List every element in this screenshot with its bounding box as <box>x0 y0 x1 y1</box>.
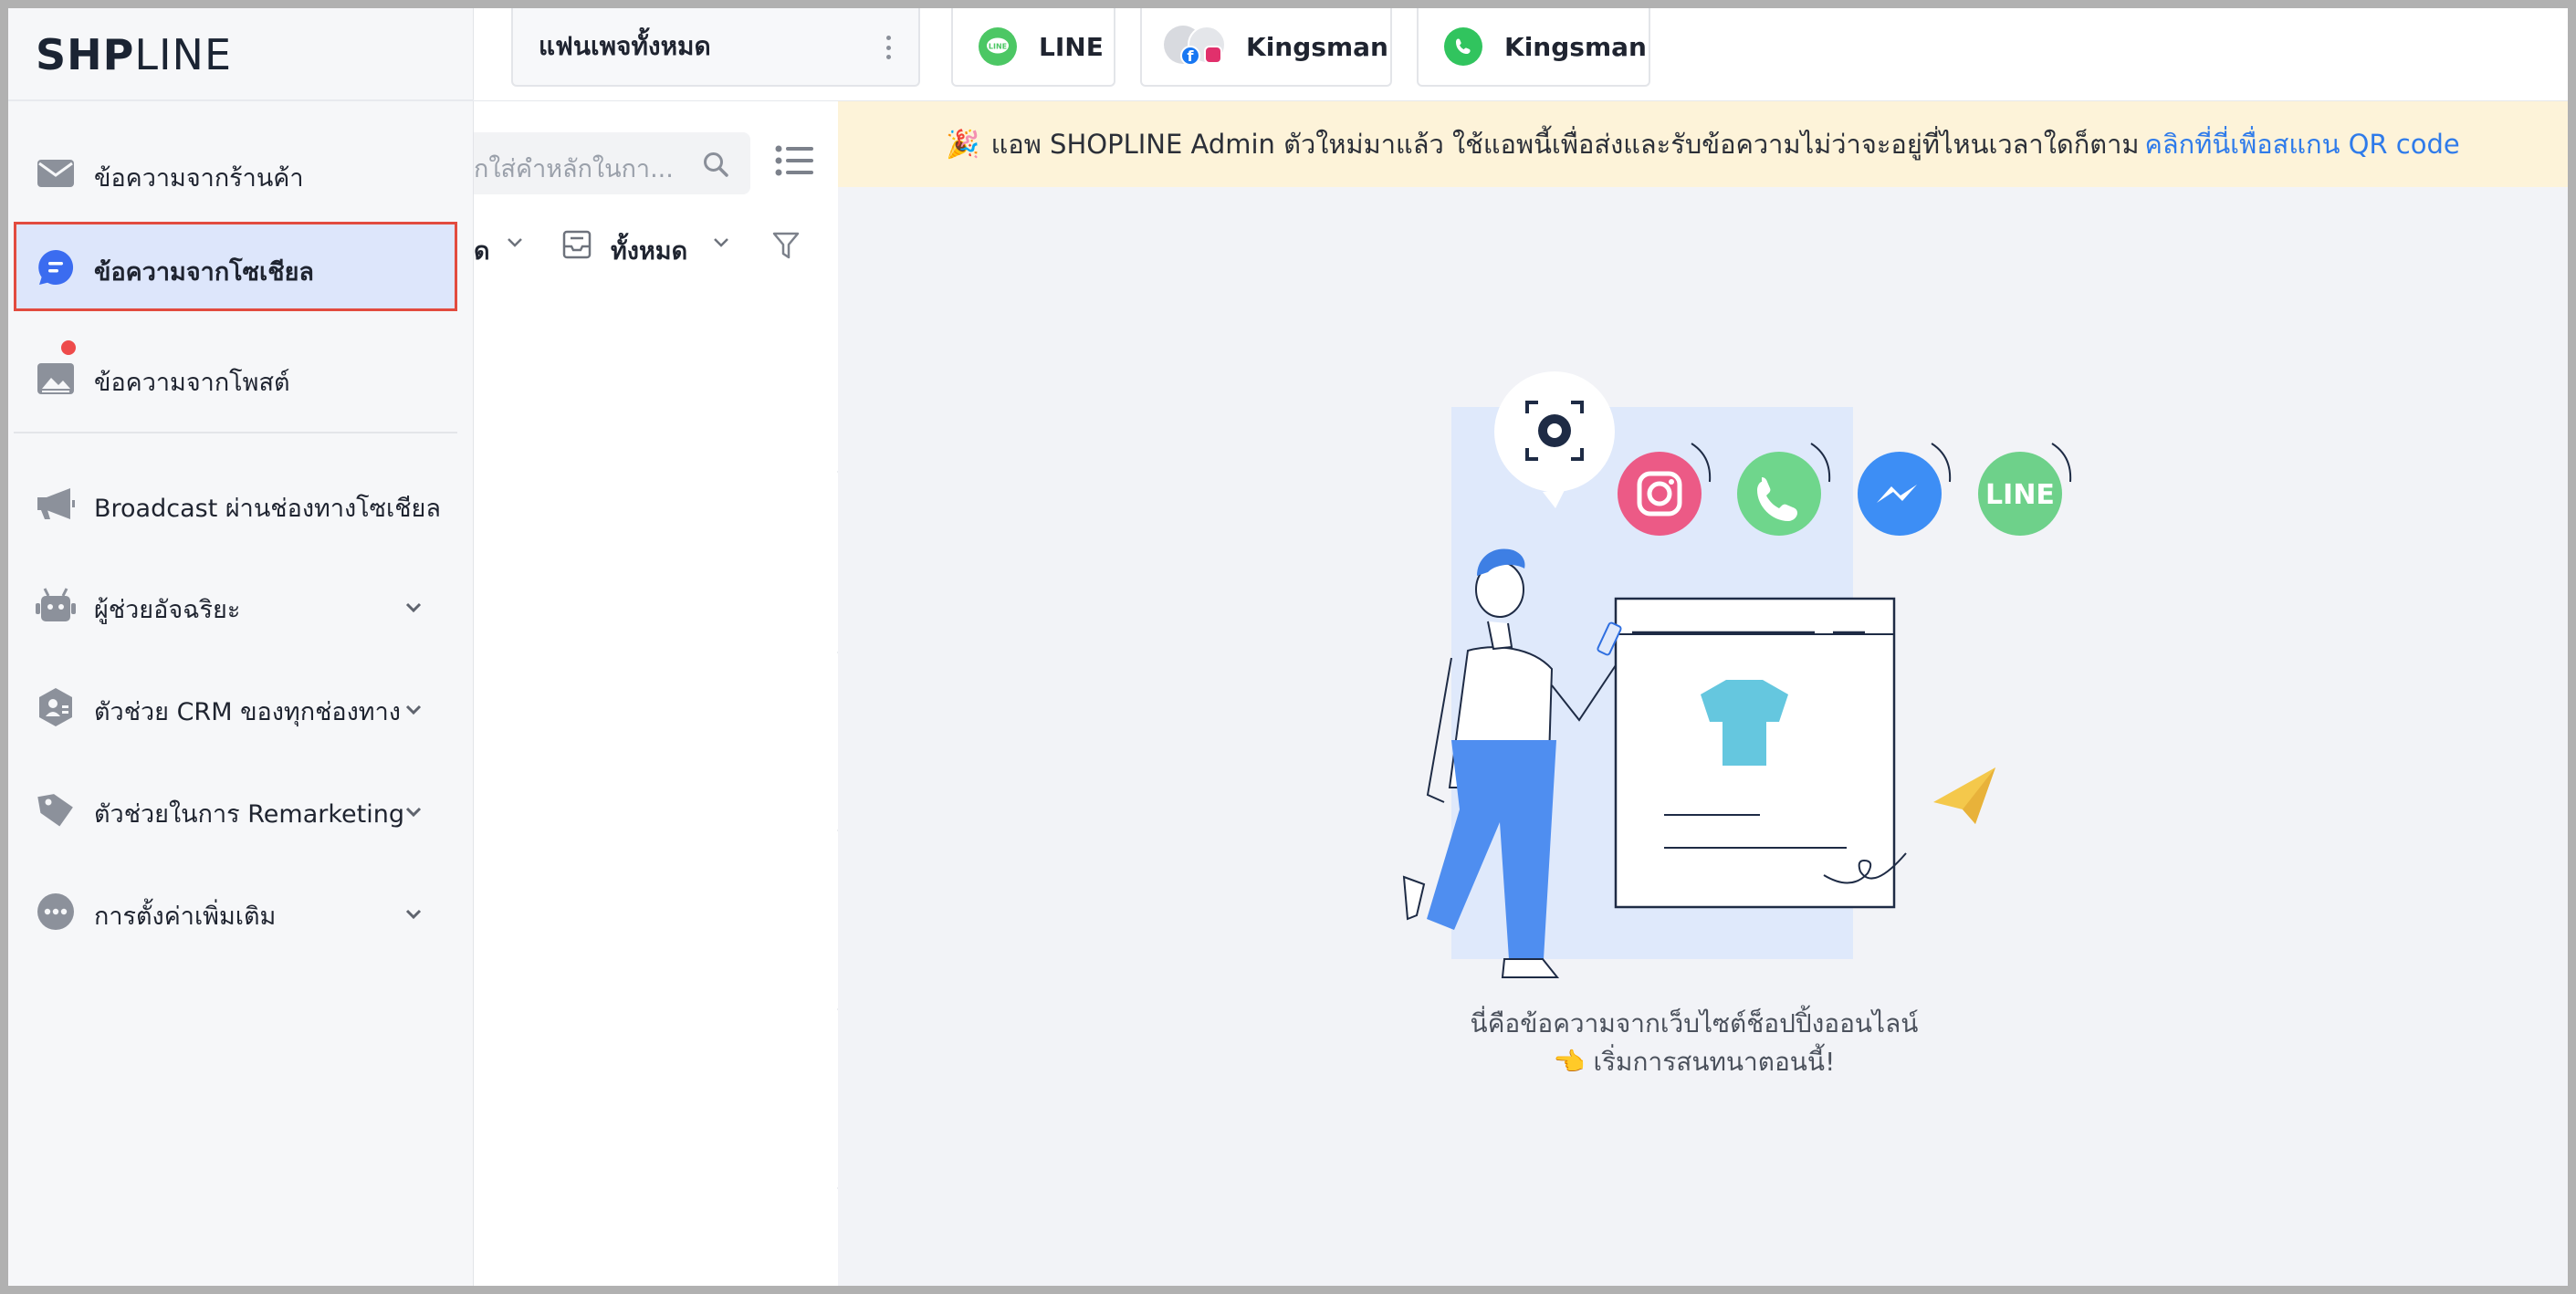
sidebar-item-label: Broadcast ผ่านช่องทางโซเชียล <box>94 495 441 523</box>
sidebar-item-label: ข้อความจากโซเชียล <box>94 258 314 287</box>
sidebar-item-label: การตั้งค่าเพิ่มเติม <box>94 903 277 931</box>
paper-plane-icon <box>1933 767 1995 824</box>
line-icon: LINE <box>979 27 1017 66</box>
inbox-tray-icon[interactable] <box>561 229 592 264</box>
sidebar-item-social-broadcast[interactable]: Broadcast ผ่านช่องทางโซเชียล <box>14 458 457 548</box>
search-icon[interactable] <box>702 151 729 182</box>
party-popper-icon: 🎉 <box>946 128 980 161</box>
tag-icon <box>36 789 76 830</box>
screenshot-frame: ี แฟนเพจทั้งหมด LINE LINE f Kingsman Kin… <box>0 0 2576 1294</box>
banner-text: แอพ SHOPLINE Admin ตัวใหม่มาแล้ว ใช้แอพน… <box>990 129 2140 160</box>
channel-tab-kingsman-whatsapp[interactable]: Kingsman <box>1417 8 1650 87</box>
mail-icon <box>36 153 76 193</box>
channel-tab-kingsman-facebook[interactable]: f Kingsman <box>1140 8 1392 87</box>
line-badge-text: LINE <box>1985 479 2055 511</box>
sidebar-item-label: ผู้ช่วยอัจฉริยะ <box>94 596 241 624</box>
divider <box>8 99 474 101</box>
messenger-icon <box>1858 443 1952 536</box>
app-promo-banner: 🎉 แอพ SHOPLINE Admin ตัวใหม่มาแล้ว ใช้แอ… <box>838 101 2568 187</box>
chat-bubble-icon <box>36 247 76 287</box>
empty-state-illustration: LINE <box>1402 371 2072 978</box>
product-card-icon <box>1614 597 1907 909</box>
sidebar-item-label: ตัวช่วย CRM ของทุกช่องทาง <box>94 698 401 726</box>
channel-tab-kingsman-wa-label: Kingsman <box>1504 31 1647 62</box>
crm-shield-icon <box>36 687 76 727</box>
sidebar-item-remarketing[interactable]: ตัวช่วยในการ Remarketing <box>14 764 457 853</box>
app-window: ี แฟนเพจทั้งหมด LINE LINE f Kingsman Kin… <box>8 8 2568 1286</box>
megaphone-icon <box>36 484 76 524</box>
whatsapp-icon <box>1444 27 1482 66</box>
filter-row: ด ทั้งหมด <box>474 218 846 273</box>
chevron-down-icon <box>404 592 423 621</box>
divider <box>14 432 457 433</box>
channel-tab-line[interactable]: LINE LINE <box>951 8 1115 87</box>
chevron-down-icon[interactable] <box>713 235 729 252</box>
sidebar-item-label: ข้อความจากโพสต์ <box>94 369 290 397</box>
shopline-logo[interactable]: SHPLINE <box>36 30 232 79</box>
notification-badge <box>59 339 78 357</box>
search-placeholder: กใส่คำหลักในกา... <box>474 155 674 183</box>
empty-state-line1: นี่คือข้อความจากเว็บไซต์ช็อปปิ้งออนไลน์ <box>1470 1008 1919 1038</box>
sidebar-item-more-settings[interactable]: การตั้งค่าเพิ่มเติม <box>14 866 457 955</box>
empty-state-message: นี่คือข้อความจากเว็บไซต์ช็อปปิ้งออนไลน์ … <box>838 1005 2550 1081</box>
fanpage-selector[interactable]: แฟนเพจทั้งหมด <box>511 8 920 87</box>
filter-funnel-icon[interactable] <box>771 231 801 266</box>
fanpage-selector-label: แฟนเพจทั้งหมด <box>539 31 711 61</box>
sidebar-item-post-messages[interactable]: ข้อความจากโพสต์ <box>14 332 457 422</box>
filter-all-label[interactable]: ทั้งหมด <box>611 231 687 270</box>
sidebar-item-smart-assistant[interactable]: ผู้ช่วยอัจฉริยะ <box>14 559 457 649</box>
sidebar-item-label: ตัวช่วยในการ Remarketing <box>94 800 404 829</box>
sidebar-item-social-messages[interactable]: ข้อความจากโซเชียล <box>14 222 457 311</box>
chevron-down-icon <box>404 899 423 927</box>
robot-icon <box>36 585 76 625</box>
chevron-down-icon <box>404 694 423 723</box>
more-icon <box>36 892 76 932</box>
chevron-down-icon[interactable] <box>507 235 523 252</box>
filter-fragment: ด <box>474 237 490 266</box>
empty-state-line2: 👈 เริ่มการสนทนาตอนนี้! <box>1553 1047 1836 1077</box>
sidebar-item-store-messages[interactable]: ข้อความจากร้านค้า <box>14 128 457 217</box>
conversation-list-panel: กใส่คำหลักในกา... ด ทั้งหมด <box>474 101 846 1286</box>
search-input[interactable]: กใส่คำหลักในกา... <box>474 132 750 194</box>
list-view-icon[interactable] <box>775 145 813 180</box>
svg-text:LINE: LINE <box>989 43 1007 51</box>
chevron-down-icon <box>404 797 423 825</box>
channel-tab-kingsman-fb-label: Kingsman <box>1246 31 1388 62</box>
facebook-instagram-icon: f <box>1164 26 1228 68</box>
sidebar-drawer: SHPLINE ข้อความจากร้านค้า ข้อความจากโซเช… <box>8 8 474 1286</box>
sidebar-item-label: ข้อความจากร้านค้า <box>94 164 304 193</box>
sidebar-item-crm-assistant[interactable]: ตัวช่วย CRM ของทุกช่องทาง <box>14 662 457 751</box>
channel-tab-line-label: LINE <box>1039 31 1104 62</box>
chat-panel: 🎉 แอพ SHOPLINE Admin ตัวใหม่มาแล้ว ใช้แอ… <box>838 101 2568 1286</box>
line-icon: LINE <box>1978 443 2072 536</box>
kebab-menu-icon[interactable] <box>885 36 891 59</box>
image-post-icon <box>36 358 76 398</box>
scan-qr-link[interactable]: คลิกที่นี่เพื่อสแกน QR code <box>2145 123 2460 165</box>
